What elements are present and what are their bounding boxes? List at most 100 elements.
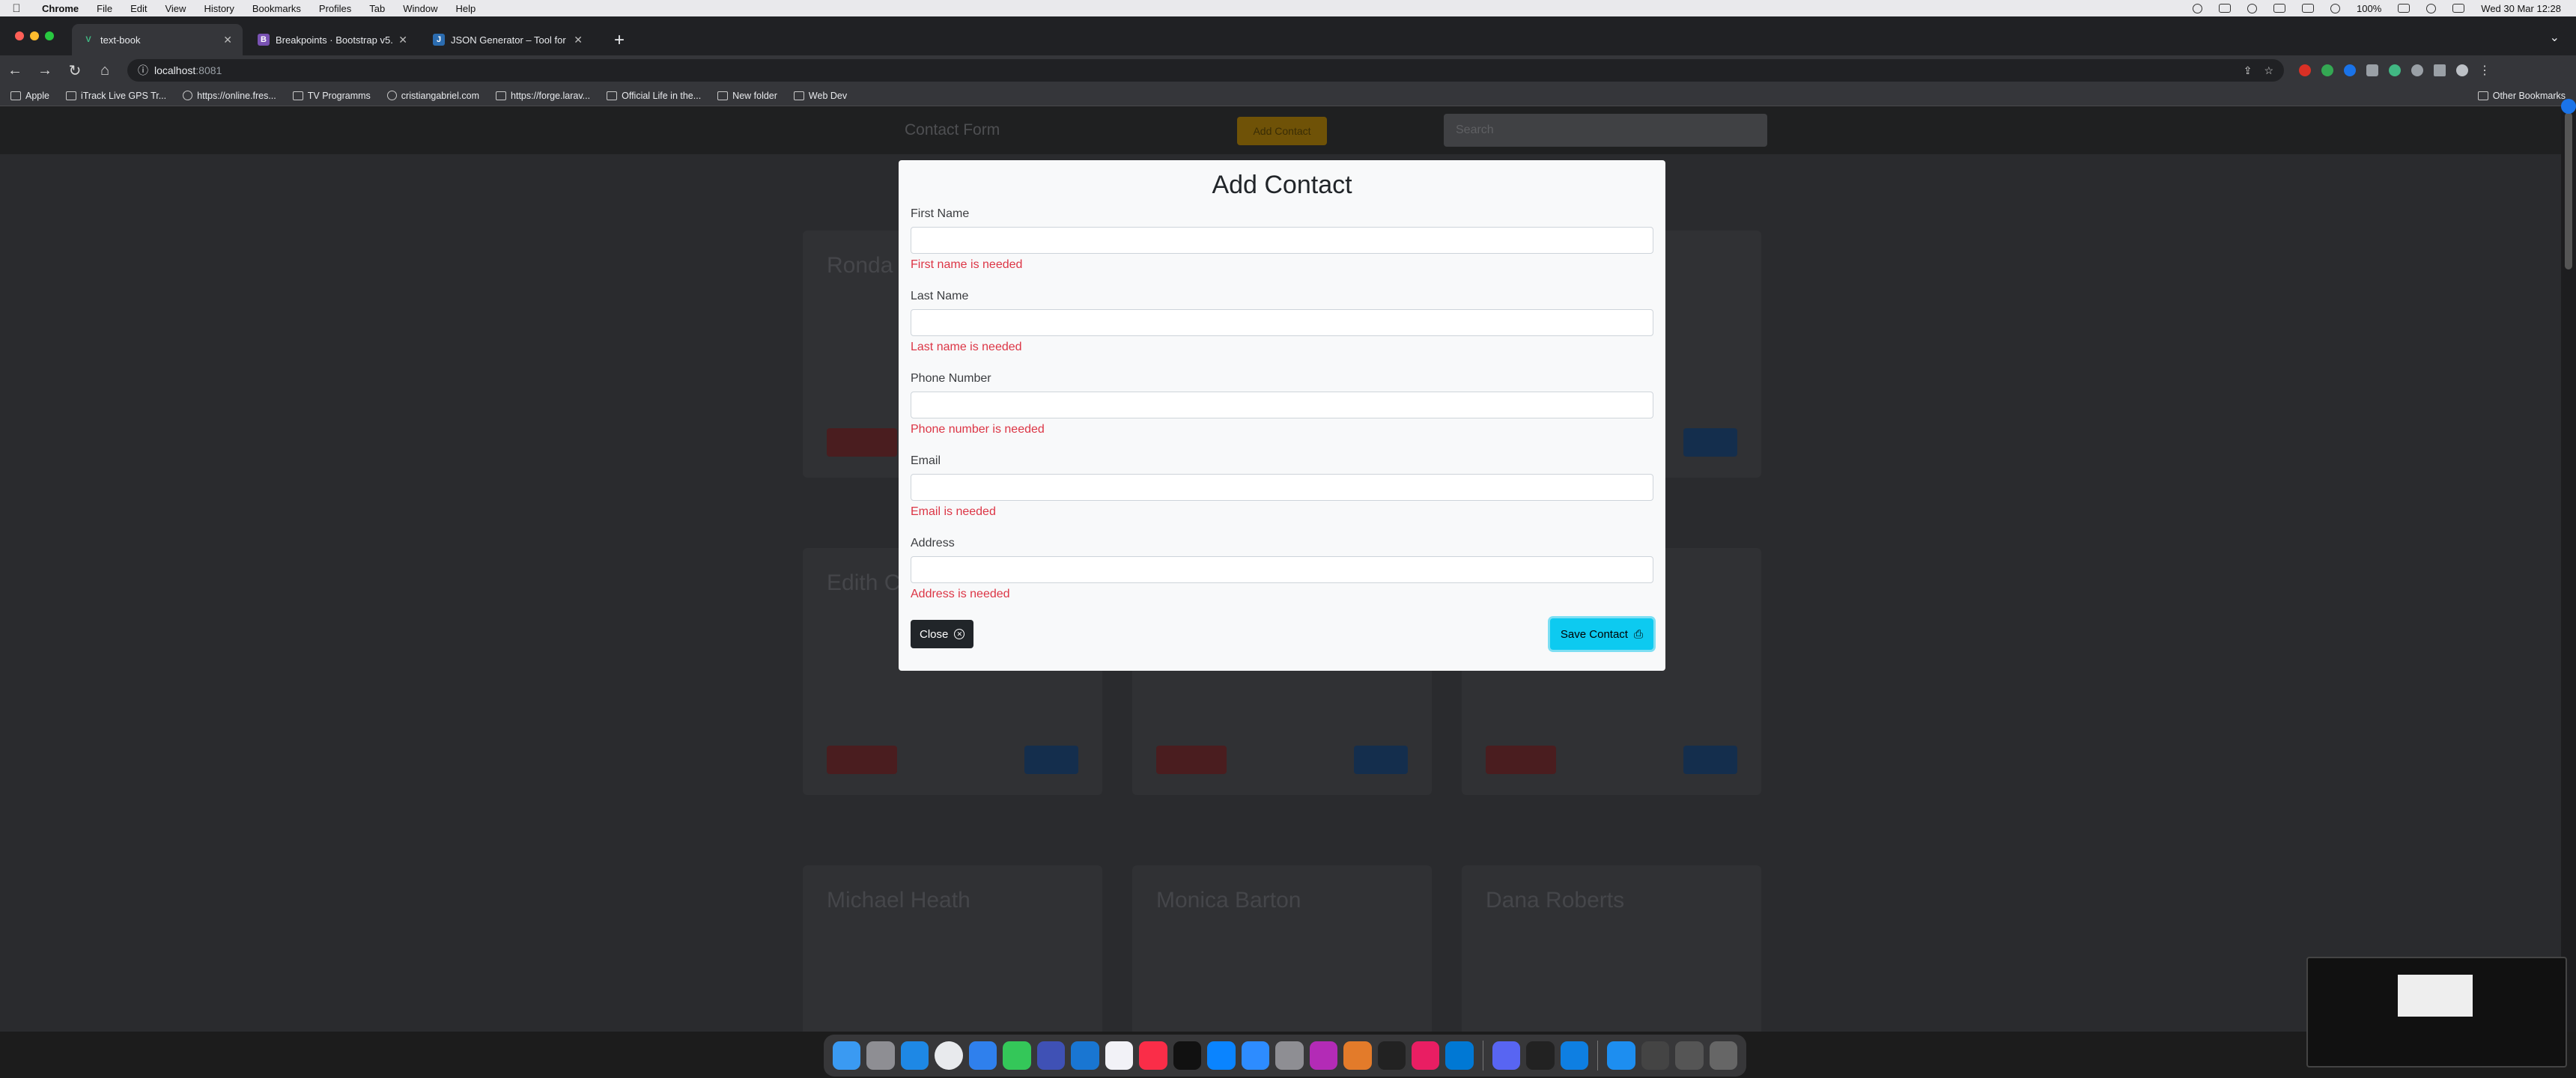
extension-grey-icon[interactable] <box>2366 64 2378 76</box>
delete-button[interactable] <box>1486 746 1556 774</box>
site-info-icon[interactable]: ⓘ <box>138 63 148 78</box>
cloud-icon[interactable] <box>2247 3 2258 13</box>
edit-button[interactable] <box>1024 746 1078 774</box>
extensions-puzzle-icon[interactable] <box>2411 64 2423 76</box>
side-panel-icon[interactable] <box>2434 64 2446 76</box>
menu-help[interactable]: Help <box>447 3 485 14</box>
safari-icon[interactable] <box>900 1041 929 1070</box>
recent-window-icon[interactable] <box>1641 1041 1670 1070</box>
downloads-folder-icon[interactable] <box>1607 1041 1635 1070</box>
menu-file[interactable]: File <box>88 3 121 14</box>
menu-edit[interactable]: Edit <box>121 3 156 14</box>
phone-input[interactable] <box>911 392 1653 418</box>
extension-green-icon[interactable] <box>2321 64 2333 76</box>
system-preferences-icon[interactable] <box>1275 1041 1304 1070</box>
extension-red-icon[interactable] <box>2299 64 2311 76</box>
delete-button[interactable] <box>1156 746 1227 774</box>
close-tab-icon[interactable]: ✕ <box>398 34 407 46</box>
bookmark-online-fres[interactable]: https://online.fres... <box>183 91 276 101</box>
edit-button[interactable] <box>1683 746 1737 774</box>
close-tab-icon[interactable]: ✕ <box>574 34 583 46</box>
music-icon[interactable] <box>1139 1041 1167 1070</box>
extension-blue-icon[interactable] <box>2344 64 2356 76</box>
control-center-icon[interactable] <box>2452 4 2465 13</box>
page-scrollbar[interactable] <box>2561 99 2576 1032</box>
edit-button[interactable] <box>1354 746 1408 774</box>
intellij-icon[interactable] <box>1411 1041 1440 1070</box>
menu-profiles[interactable]: Profiles <box>310 3 360 14</box>
close-button[interactable]: Close ✕ <box>911 620 974 648</box>
record-icon[interactable] <box>2193 3 2203 13</box>
bookmark-new-folder[interactable]: New folder <box>717 91 777 101</box>
close-window-icon[interactable] <box>15 31 24 40</box>
reminders-icon[interactable] <box>1105 1041 1134 1070</box>
vue-devtools-icon[interactable] <box>2389 64 2401 76</box>
kebab-menu-icon[interactable]: ⋮ <box>2479 63 2491 78</box>
search-input[interactable]: Search <box>1444 114 1767 147</box>
bookmark-tv-programms[interactable]: TV Programms <box>292 91 371 101</box>
screen-share-icon[interactable] <box>2219 4 2232 13</box>
trash-icon[interactable] <box>1709 1041 1738 1070</box>
bookmark-web-dev[interactable]: Web Dev <box>793 91 847 101</box>
tab-text-book[interactable]: V text-book ✕ <box>72 24 243 55</box>
wifi-icon[interactable] <box>2330 3 2341 13</box>
bookmark-life-in-uk[interactable]: Official Life in the... <box>607 91 701 101</box>
launchpad-icon[interactable] <box>866 1041 895 1070</box>
mail-icon[interactable] <box>968 1041 997 1070</box>
edit-button[interactable] <box>1683 428 1737 457</box>
terminal-icon[interactable] <box>1526 1041 1555 1070</box>
minimize-window-icon[interactable] <box>30 31 39 40</box>
recent-window-icon[interactable] <box>1675 1041 1704 1070</box>
tab-search-chevron-icon[interactable]: ⌄ <box>2550 30 2560 45</box>
scrollbar-thumb[interactable] <box>2565 112 2572 270</box>
maximize-window-icon[interactable] <box>45 31 54 40</box>
grid-icon[interactable] <box>2302 4 2315 13</box>
chat-bubble-icon[interactable] <box>2561 99 2576 114</box>
address-input[interactable] <box>911 556 1653 583</box>
discord-icon[interactable] <box>1492 1041 1521 1070</box>
app-brand[interactable]: Contact Form <box>905 121 1000 139</box>
webstorm-icon[interactable] <box>1377 1041 1406 1070</box>
save-contact-button[interactable]: Save Contact ⎙ <box>1549 618 1653 650</box>
menu-window[interactable]: Window <box>394 3 446 14</box>
first-name-input[interactable] <box>911 227 1653 254</box>
phpstorm-icon[interactable] <box>1309 1041 1338 1070</box>
finder-icon[interactable] <box>833 1041 861 1070</box>
bookmark-cristiangabriel[interactable]: cristiangabriel.com <box>386 91 479 101</box>
back-icon[interactable]: ← <box>0 62 30 79</box>
last-name-input[interactable] <box>911 309 1653 336</box>
word-icon[interactable] <box>1071 1041 1099 1070</box>
menu-app-name[interactable]: Chrome <box>33 3 88 14</box>
email-input[interactable] <box>911 474 1653 501</box>
zoom-icon[interactable] <box>1241 1041 1270 1070</box>
vscode-icon[interactable] <box>1445 1041 1474 1070</box>
screenshot-thumbnail[interactable] <box>2306 957 2567 1068</box>
bookmark-star-icon[interactable]: ☆ <box>2264 64 2273 77</box>
battery-percent[interactable]: 100% <box>2357 3 2381 14</box>
share-icon[interactable]: ⇪ <box>2244 64 2253 77</box>
display-icon[interactable] <box>2273 4 2286 13</box>
app-store-icon[interactable] <box>1207 1041 1236 1070</box>
chrome-icon[interactable] <box>935 1041 963 1070</box>
sublime-icon[interactable] <box>1343 1041 1372 1070</box>
address-bar[interactable]: ⓘ localhost:8081 ⇪ ☆ <box>127 59 2284 82</box>
messages-icon[interactable] <box>1003 1041 1031 1070</box>
tab-json-generator[interactable]: J JSON Generator – Tool for gen ✕ <box>422 24 593 55</box>
menu-bookmarks[interactable]: Bookmarks <box>243 3 310 14</box>
reload-icon[interactable]: ↻ <box>60 61 90 80</box>
teamviewer-icon[interactable] <box>1560 1041 1589 1070</box>
tab-breakpoints[interactable]: B Breakpoints · Bootstrap v5.0 ✕ <box>247 24 418 55</box>
bookmark-itrack[interactable]: iTrack Live GPS Tr... <box>65 91 166 101</box>
battery-icon[interactable] <box>2398 4 2411 13</box>
bookmark-other[interactable]: Other Bookmarks <box>2477 91 2576 101</box>
bookmark-apple[interactable]: Apple <box>10 91 49 101</box>
apple-menu-icon[interactable]:  <box>0 2 33 15</box>
close-tab-icon[interactable]: ✕ <box>223 34 232 46</box>
menu-tab[interactable]: Tab <box>360 3 394 14</box>
delete-button[interactable] <box>827 428 897 457</box>
profile-avatar[interactable] <box>2456 64 2468 76</box>
add-contact-button[interactable]: Add Contact <box>1237 117 1327 145</box>
bookmark-forge[interactable]: https://forge.larav... <box>496 91 590 101</box>
delete-button[interactable] <box>827 746 897 774</box>
new-tab-icon[interactable]: + <box>614 30 625 51</box>
